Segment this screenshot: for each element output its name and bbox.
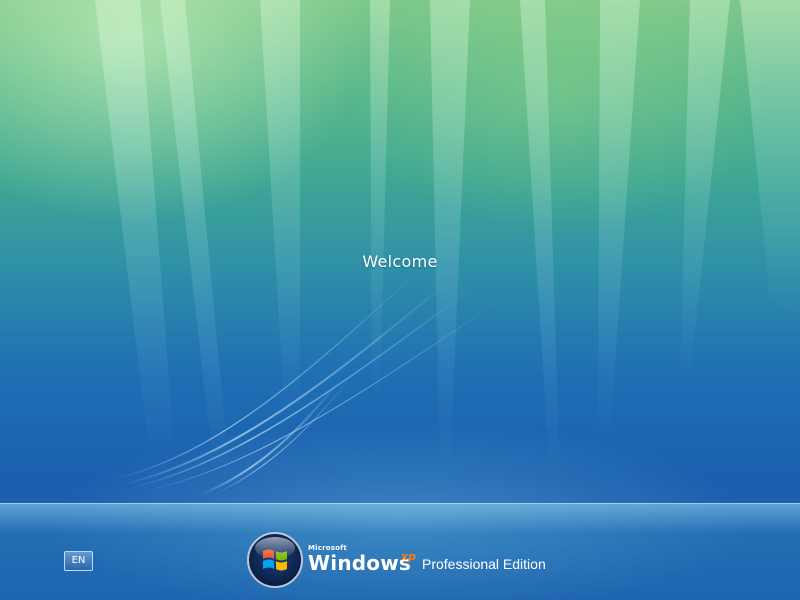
windows-branding: Microsoft Windows xp Professional Editio… [246,531,566,591]
windows-wordmark: Windows [308,551,411,575]
language-bar-button[interactable]: EN [64,551,93,571]
windows-flag-orb-icon [247,532,303,588]
edition-label: Professional Edition [422,556,546,572]
welcome-message: Welcome [362,252,438,271]
welcome-screen: Welcome EN Microsoft Windows xp Professi… [0,0,800,600]
xp-wordmark: xp [401,550,416,563]
